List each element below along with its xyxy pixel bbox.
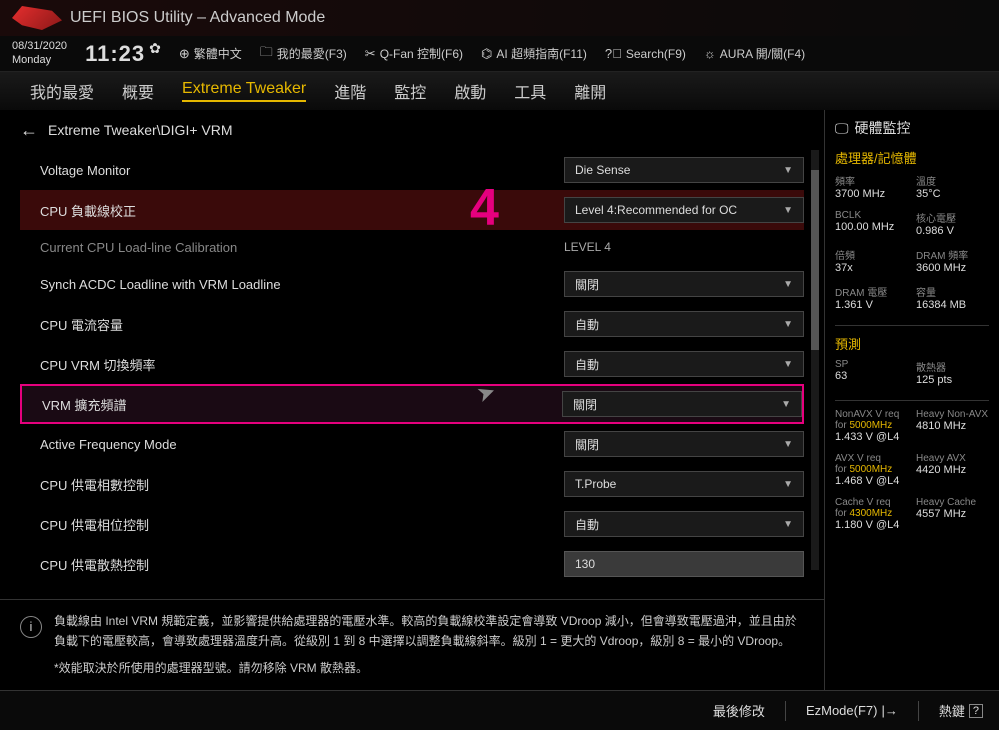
level-indicator: 4 — [470, 178, 499, 238]
main-nav: 我的最愛 概要 Extreme Tweaker 進階 監控 啟動 工具 離開 — [0, 72, 999, 110]
chip-icon: ⌬ — [481, 46, 492, 62]
last-modify-button[interactable]: 最後修改 — [709, 701, 765, 720]
cpu-mem-section: 處理器/記憶體 — [835, 148, 989, 167]
select-vrm-spread-spectrum[interactable]: 關閉▼ — [562, 391, 802, 417]
nav-extreme-tweaker[interactable]: Extreme Tweaker — [182, 80, 306, 102]
setting-vrm-switch-freq[interactable]: CPU VRM 切換頻率 自動▼ — [20, 344, 804, 384]
language-button[interactable]: ⊕ 繁體中文 — [179, 45, 242, 62]
help-panel: i 負載線由 Intel VRM 規範定義，並影響提供給處理器的電壓水準。較高的… — [0, 599, 824, 690]
hw-monitor-sidebar: 🖵 硬體監控 處理器/記憶體 頻率3700 MHz 溫度35°C BCLK100… — [824, 110, 999, 690]
setting-current-llc: Current CPU Load-line Calibration LEVEL … — [20, 230, 804, 264]
chevron-down-icon: ▼ — [783, 279, 793, 290]
setting-cpu-phase-position[interactable]: CPU 供電相位控制 自動▼ — [20, 504, 804, 544]
setting-cpu-current[interactable]: CPU 電流容量 自動▼ — [20, 304, 804, 344]
nav-overview[interactable]: 概要 — [122, 79, 154, 103]
ai-oc-button[interactable]: ⌬ AI 超頻指南(F11) — [481, 45, 587, 62]
back-arrow-icon[interactable]: ← — [20, 120, 38, 141]
chevron-down-icon: ▼ — [783, 319, 793, 330]
gear-icon[interactable]: ✿ — [149, 40, 161, 56]
chevron-down-icon: ▼ — [783, 519, 793, 530]
chevron-down-icon: ▼ — [783, 439, 793, 450]
bios-title: UEFI BIOS Utility – Advanced Mode — [70, 9, 325, 27]
scrollbar[interactable] — [811, 150, 819, 570]
chevron-down-icon: ▼ — [783, 165, 793, 176]
nav-tools[interactable]: 工具 — [514, 79, 546, 103]
qfan-button[interactable]: ✂ Q-Fan 控制(F6) — [365, 45, 463, 62]
globe-icon: ⊕ — [179, 46, 190, 62]
select-voltage-monitor[interactable]: Die Sense▼ — [564, 157, 804, 183]
help-icon: ? — [969, 704, 983, 718]
light-icon: ☼ — [704, 46, 716, 61]
search-button[interactable]: ?⃞ Search(F9) — [605, 46, 686, 61]
info-icon: i — [20, 616, 42, 638]
setting-voltage-monitor[interactable]: Voltage Monitor Die Sense▼ — [20, 150, 804, 190]
fan-icon: ✂ — [365, 46, 376, 62]
scrollbar-thumb[interactable] — [811, 170, 819, 350]
monitor-icon: 🖵 — [835, 120, 849, 137]
select-sync-acdc[interactable]: 關閉▼ — [564, 271, 804, 297]
chevron-down-icon: ▼ — [783, 205, 793, 216]
setting-vrm-spread-spectrum[interactable]: VRM 擴充頻譜 關閉▼ — [20, 384, 804, 424]
hotkeys-button[interactable]: 熱鍵 ? — [939, 701, 983, 720]
settings-list: 4 ➤ Voltage Monitor Die Sense▼ CPU 負載線校正… — [0, 150, 824, 599]
breadcrumb: Extreme Tweaker\DIGI+ VRM — [48, 122, 233, 138]
nav-monitor[interactable]: 監控 — [394, 79, 426, 103]
setting-cpu-phase-count[interactable]: CPU 供電相數控制 T.Probe▼ — [20, 464, 804, 504]
nav-favorites[interactable]: 我的最愛 — [30, 79, 94, 103]
date-block: 08/31/2020 Monday — [12, 40, 67, 66]
setting-sync-acdc[interactable]: Synch ACDC Loadline with VRM Loadline 關閉… — [20, 264, 804, 304]
nav-boot[interactable]: 啟動 — [454, 79, 486, 103]
select-cpu-loadline[interactable]: Level 4:Recommended for OC▼ — [564, 197, 804, 223]
favorites-button[interactable]: 🗀 我的最愛(F3) — [260, 43, 347, 65]
time-display: 11:23✿ — [85, 41, 161, 67]
aura-button[interactable]: ☼ AURA 開/關(F4) — [704, 45, 805, 62]
nav-advanced[interactable]: 進階 — [334, 79, 366, 103]
chevron-down-icon: ▼ — [783, 359, 793, 370]
select-vrm-switch-freq[interactable]: 自動▼ — [564, 351, 804, 377]
ezmode-button[interactable]: EzMode(F7)|→ — [806, 703, 898, 718]
nav-exit[interactable]: 離開 — [574, 79, 606, 103]
select-cpu-current[interactable]: 自動▼ — [564, 311, 804, 337]
setting-active-freq-mode[interactable]: Active Frequency Mode 關閉▼ — [20, 424, 804, 464]
select-cpu-phase-count[interactable]: T.Probe▼ — [564, 471, 804, 497]
predict-section: 預測 — [835, 334, 989, 353]
search-icon: ?⃞ — [605, 46, 622, 61]
select-active-freq-mode[interactable]: 關閉▼ — [564, 431, 804, 457]
setting-cpu-loadline[interactable]: CPU 負載線校正 Level 4:Recommended for OC▼ — [20, 190, 804, 230]
select-cpu-phase-position[interactable]: 自動▼ — [564, 511, 804, 537]
rog-logo-icon — [12, 6, 62, 30]
input-cpu-thermal[interactable]: 130 — [564, 551, 804, 577]
folder-icon: 🗀 — [260, 43, 273, 65]
chevron-down-icon: ▼ — [783, 479, 793, 490]
chevron-down-icon: ▼ — [781, 399, 791, 410]
setting-cpu-thermal[interactable]: CPU 供電散熱控制 130 — [20, 544, 804, 584]
